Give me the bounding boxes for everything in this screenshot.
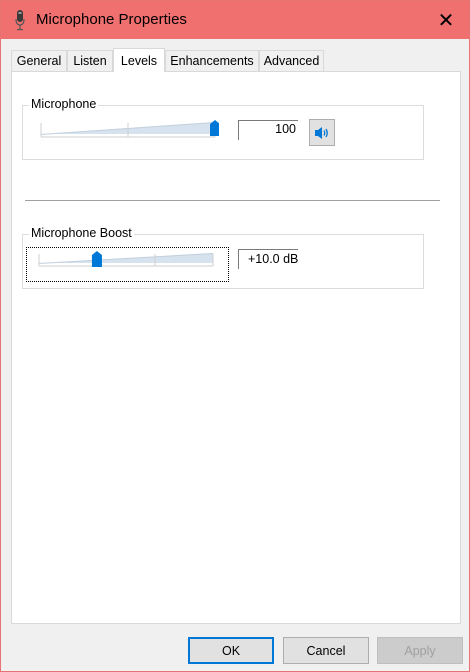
tab-label: Advanced	[263, 54, 320, 68]
close-button[interactable]: ✕	[423, 1, 469, 39]
tab-listen[interactable]: Listen	[67, 50, 113, 71]
cancel-label: Cancel	[306, 643, 346, 658]
apply-button[interactable]: Apply	[377, 637, 463, 664]
tab-label: Listen	[73, 54, 107, 68]
levels-panel: Microphone 100 Microphone Boost +10.0 dB	[11, 71, 461, 624]
close-icon: ✕	[437, 9, 455, 32]
title-bar[interactable]: Microphone Properties ✕	[1, 1, 469, 39]
tab-levels[interactable]: Levels	[113, 48, 165, 72]
ok-label: OK	[221, 643, 241, 658]
mute-button[interactable]	[309, 119, 335, 146]
microphone-group-label: Microphone	[29, 97, 99, 111]
window-title: Microphone Properties	[36, 11, 187, 28]
boost-level-field: +10.0 dB	[238, 249, 300, 269]
boost-slider-thumb[interactable]	[91, 251, 102, 267]
tab-general[interactable]: General	[11, 50, 67, 71]
microphone-icon	[15, 10, 25, 31]
tab-advanced[interactable]: Advanced	[259, 50, 324, 71]
microphone-level-value: 100	[275, 122, 296, 136]
cancel-button[interactable]: Cancel	[283, 637, 369, 664]
microphone-group: Microphone 100	[22, 97, 424, 160]
boost-level-value: +10.0 dB	[248, 252, 299, 266]
tab-label: General	[16, 54, 62, 68]
tab-enhancements[interactable]: Enhancements	[165, 50, 259, 71]
microphone-boost-slider[interactable]	[37, 249, 217, 273]
microphone-level-slider[interactable]	[39, 118, 219, 142]
boost-group-label: Microphone Boost	[29, 226, 134, 240]
speaker-icon	[315, 126, 328, 139]
apply-label: Apply	[404, 643, 436, 658]
microphone-boost-group: Microphone Boost +10.0 dB	[22, 226, 424, 289]
separator-line	[25, 200, 440, 201]
tab-label: Levels	[120, 53, 158, 68]
tab-label: Enhancements	[170, 54, 254, 68]
microphone-level-field[interactable]: 100	[238, 120, 298, 140]
ok-button[interactable]: OK	[188, 637, 274, 664]
properties-window: Microphone Properties ✕ General Listen L…	[0, 0, 470, 672]
